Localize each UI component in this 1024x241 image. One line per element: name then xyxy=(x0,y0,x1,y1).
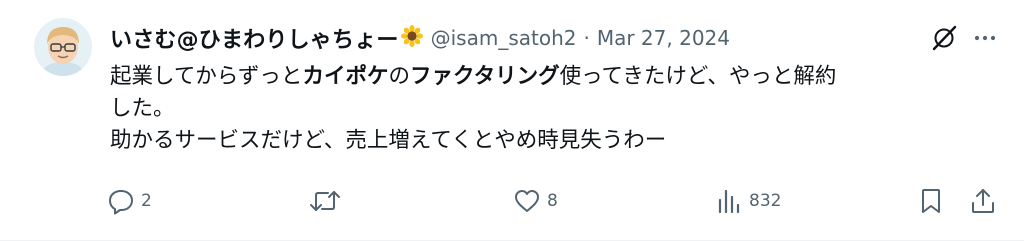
avatar[interactable] xyxy=(34,18,92,76)
tweet-header: いさむ@ひまわりしゃちょー @isam_satoh2 · Mar 27, 202… xyxy=(110,22,730,54)
heart-icon xyxy=(515,190,539,212)
display-name[interactable]: いさむ@ひまわりしゃちょー xyxy=(110,22,399,54)
bookmark-icon xyxy=(922,189,940,213)
retweet-icon xyxy=(310,191,340,211)
tweet-text-line-3: 助かるサービスだけど、売上増えてくとやめ時見失うわー xyxy=(110,128,667,153)
grok-icon[interactable] xyxy=(930,24,958,56)
tweet-text-line-1: 起業してからずっとカイポケのファクタリング使ってきたけど、やっと解約 xyxy=(110,61,990,93)
text-segment: 使ってきたけど、やっと解約 xyxy=(559,64,837,89)
bookmark-button[interactable] xyxy=(916,184,946,218)
like-count: 8 xyxy=(547,191,558,211)
text-segment: 起業してからずっと xyxy=(110,64,303,89)
retweet-button[interactable] xyxy=(308,184,347,218)
more-options-icon[interactable] xyxy=(972,25,998,55)
share-icon xyxy=(972,189,994,213)
share-button[interactable] xyxy=(968,184,998,218)
like-button[interactable]: 8 xyxy=(512,184,558,218)
header-actions xyxy=(930,24,998,56)
tweet-card[interactable]: いさむ@ひまわりしゃちょー @isam_satoh2 · Mar 27, 202… xyxy=(0,0,1024,241)
text-segment: の xyxy=(388,64,410,89)
avatar-illustration xyxy=(34,18,92,76)
separator-dot: · xyxy=(583,26,590,50)
reply-count: 2 xyxy=(141,191,152,211)
reply-icon xyxy=(109,190,133,215)
sunflower-icon xyxy=(400,25,423,51)
tweet-date[interactable]: Mar 27, 2024 xyxy=(597,26,730,50)
tweet-actions: 2 8 832 xyxy=(106,184,1002,218)
tweet-text-line-2: した。 xyxy=(110,96,175,121)
analytics-icon xyxy=(718,189,740,214)
bold-text-segment: カイポケ xyxy=(302,64,389,89)
user-handle[interactable]: @isam_satoh2 xyxy=(431,26,577,50)
tweet-text: 起業してからずっとカイポケのファクタリング使ってきたけど、やっと解約 した。 助… xyxy=(110,61,990,157)
bold-text-segment: ファクタリング xyxy=(409,64,560,89)
views-count: 832 xyxy=(749,191,782,211)
reply-button[interactable]: 2 xyxy=(106,184,152,218)
views-button[interactable]: 832 xyxy=(714,184,781,218)
